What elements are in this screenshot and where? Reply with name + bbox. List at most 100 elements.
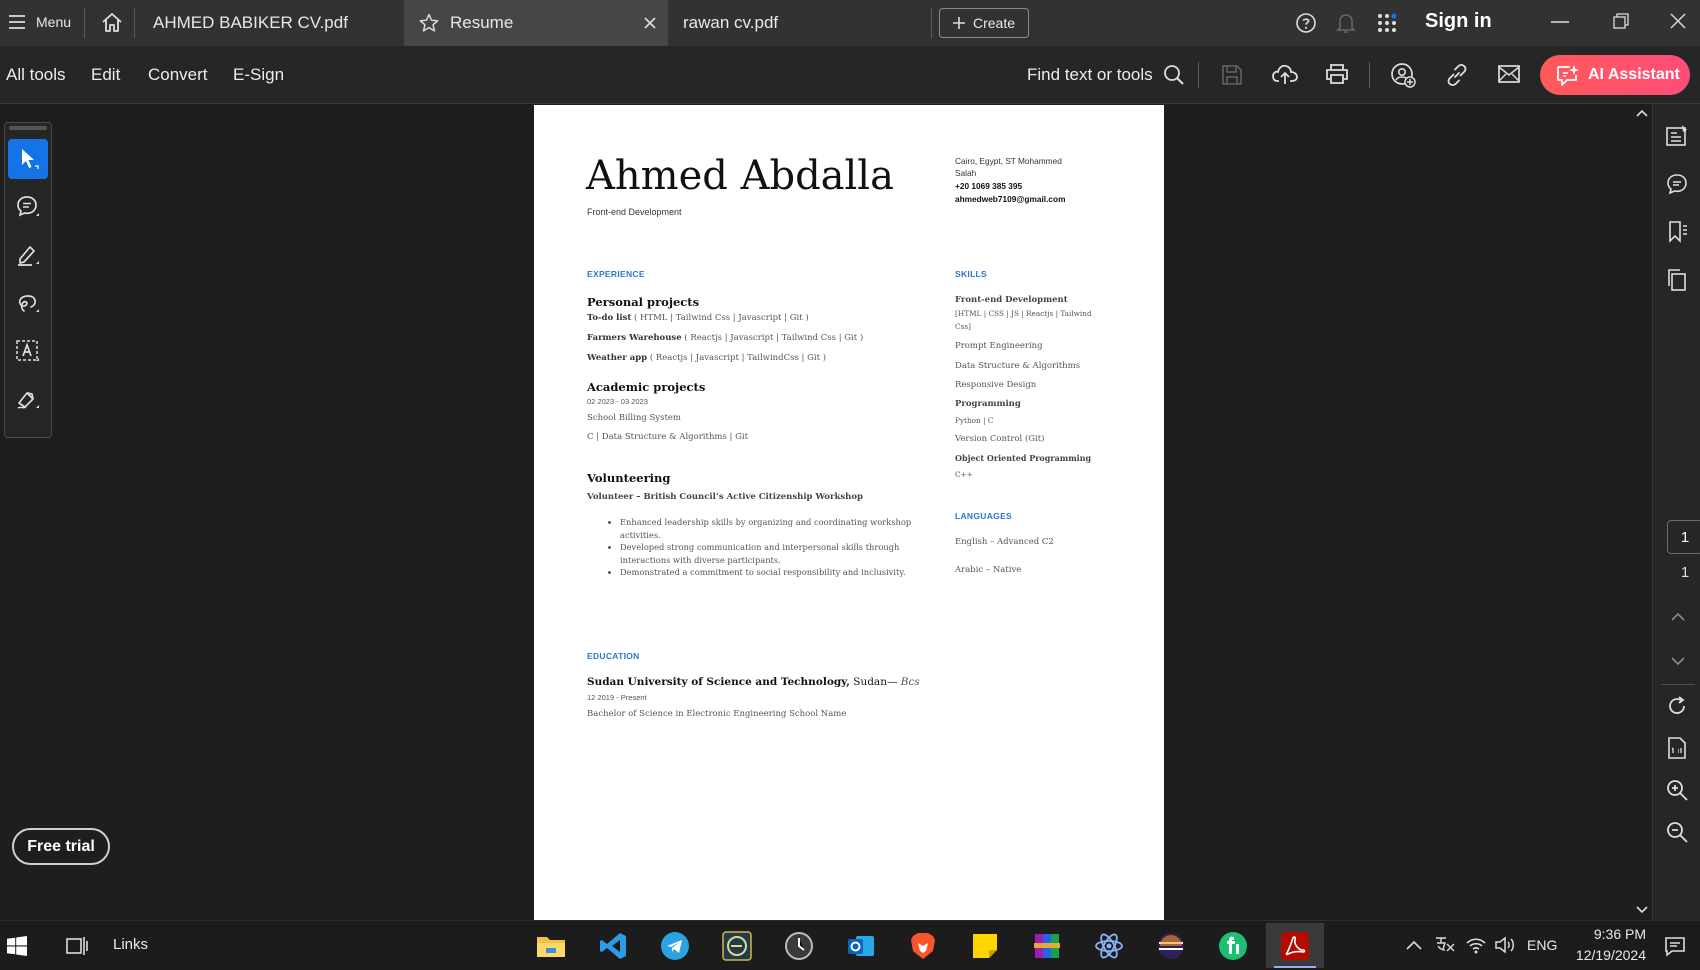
project-stack: ( HTML | Tailwind Css | Javascript | Git…: [631, 313, 809, 323]
task-view-icon[interactable]: [66, 935, 88, 957]
project-name: To-do list: [587, 313, 632, 323]
fit-page-icon[interactable]: [1665, 736, 1689, 760]
edit-pdf-panel-icon[interactable]: [1665, 124, 1689, 148]
ai-assistant-button[interactable]: AI Assistant: [1540, 55, 1690, 95]
scroll-down-icon[interactable]: [1636, 906, 1648, 914]
find-text-or-tools[interactable]: Find text or tools: [1027, 46, 1185, 104]
window-close-icon[interactable]: [1670, 13, 1686, 29]
input-method-icon[interactable]: [1434, 935, 1456, 955]
next-page-icon[interactable]: [1671, 656, 1685, 666]
sign-pen-icon: [17, 392, 39, 409]
windows-taskbar: Links ENG 9:36 PM 12/19/2024: [0, 920, 1700, 970]
page-number-input[interactable]: 1: [1667, 520, 1700, 554]
comment-tool-button[interactable]: [8, 187, 48, 227]
zoom-in-icon[interactable]: [1665, 778, 1689, 802]
acrobat-app[interactable]: [1266, 923, 1324, 968]
apps-grid-icon[interactable]: [1376, 12, 1398, 34]
volume-icon[interactable]: [1494, 935, 1518, 955]
share-with-people-icon[interactable]: [1390, 62, 1416, 88]
page-total: 1: [1680, 564, 1690, 581]
fiverr-app[interactable]: [1213, 926, 1253, 966]
keyboard-language[interactable]: ENG: [1527, 937, 1557, 953]
file-explorer-app[interactable]: [531, 926, 571, 966]
menu-button[interactable]: Menu: [8, 14, 71, 30]
clock-app[interactable]: [779, 926, 819, 966]
skill-item: Programming: [955, 399, 1021, 409]
wifi-icon[interactable]: [1465, 935, 1487, 955]
academic-dates: 02 2023 - 03 2023: [587, 397, 648, 406]
skill-item: Data Structure & Algorithms: [955, 361, 1081, 371]
home-button[interactable]: [100, 11, 124, 33]
text-recognition-tool-button[interactable]: [8, 331, 48, 371]
language-item: Arabic – Native: [955, 565, 1022, 575]
pdf-page[interactable]: Ahmed Abdalla Front-end Development Cair…: [534, 105, 1164, 920]
academic-projects-heading: Academic projects: [587, 380, 706, 394]
clock-date[interactable]: 12/19/2024: [1562, 947, 1646, 963]
menu-label: Menu: [36, 14, 72, 30]
notification-bell-icon[interactable]: [1336, 12, 1356, 34]
volunteer-role: Volunteer – British Council’s Active Cit…: [587, 492, 863, 502]
drag-handle[interactable]: [9, 126, 47, 130]
home-icon: [102, 13, 122, 32]
all-tools-menu[interactable]: All tools: [6, 46, 66, 104]
free-trial-button[interactable]: Free trial: [12, 828, 110, 865]
folder-icon: [537, 937, 565, 957]
select-tool-button[interactable]: [8, 139, 48, 179]
print-icon[interactable]: [1325, 63, 1349, 85]
link-icon[interactable]: [1445, 63, 1469, 87]
convert-menu[interactable]: Convert: [148, 46, 208, 104]
edit-menu[interactable]: Edit: [91, 46, 120, 104]
zoom-out-icon[interactable]: [1665, 820, 1689, 844]
tab-rawan-cv[interactable]: rawan cv.pdf: [669, 0, 931, 46]
sign-in-button[interactable]: Sign in: [1425, 10, 1492, 33]
languages-heading: LANGUAGES: [955, 511, 1013, 521]
page-thumbnails-icon[interactable]: [1665, 268, 1689, 292]
restore-icon[interactable]: [1613, 13, 1629, 29]
eclipse-app[interactable]: [1151, 926, 1191, 966]
edu-degree-short: Bcs: [900, 676, 920, 688]
language-item: English – Advanced C2: [955, 537, 1054, 547]
minimize-icon[interactable]: [1551, 20, 1569, 24]
telegram-app[interactable]: [655, 926, 695, 966]
education-school-line: Sudan University of Science and Technolo…: [587, 676, 920, 688]
tab-ahmed-babiker-cv[interactable]: AHMED BABIKER CV.pdf: [135, 0, 403, 46]
highlight-tool-button[interactable]: [8, 235, 48, 275]
comments-panel-icon[interactable]: [1665, 172, 1689, 196]
volunteer-bullets: Enhanced leadership skills by organizing…: [606, 516, 916, 579]
upload-cloud-icon[interactable]: [1272, 62, 1298, 86]
scroll-up-icon[interactable]: [1636, 109, 1648, 117]
previous-page-icon[interactable]: [1671, 612, 1685, 622]
hamburger-icon: [9, 15, 25, 29]
project-stack: ( Reactjs | Javascript | Tailwind Css | …: [681, 333, 864, 343]
help-icon[interactable]: [1295, 12, 1317, 34]
project-item: Weather app ( Reactjs | Javascript | Tai…: [587, 353, 826, 363]
vscode-app[interactable]: [593, 926, 633, 966]
phone-number: +20 1069 385 395: [955, 181, 1023, 191]
bookmarks-panel-icon[interactable]: [1665, 220, 1689, 244]
fill-sign-tool-button[interactable]: [8, 379, 48, 419]
esign-menu[interactable]: E-Sign: [233, 46, 284, 104]
save-icon[interactable]: [1221, 64, 1243, 86]
email-icon[interactable]: [1498, 65, 1520, 83]
close-icon[interactable]: [644, 17, 656, 29]
links-toolbar[interactable]: Links: [113, 936, 148, 953]
winrar-app[interactable]: [1027, 926, 1067, 966]
sticky-notes-app[interactable]: [965, 926, 1005, 966]
windows-start-icon[interactable]: [7, 936, 27, 956]
edu-city: Sudan—: [849, 676, 901, 688]
outlook-app[interactable]: [841, 926, 881, 966]
draw-tool-button[interactable]: [8, 283, 48, 323]
experience-heading: EXPERIENCE: [587, 269, 645, 279]
brave-app[interactable]: [903, 926, 943, 966]
atom-app[interactable]: [1089, 926, 1129, 966]
left-tool-rail: [4, 122, 52, 438]
create-button[interactable]: Create: [939, 8, 1029, 38]
show-hidden-icons-icon[interactable]: [1406, 939, 1422, 951]
notifications-icon[interactable]: [1664, 935, 1686, 957]
rotate-icon[interactable]: [1665, 694, 1689, 718]
app-e-icon-app[interactable]: [717, 926, 757, 966]
tab-resume[interactable]: Resume: [404, 0, 668, 46]
star-icon[interactable]: [418, 12, 440, 34]
project-item: To-do list ( HTML | Tailwind Css | Javas…: [587, 313, 809, 323]
clock-time[interactable]: 9:36 PM: [1568, 926, 1646, 942]
